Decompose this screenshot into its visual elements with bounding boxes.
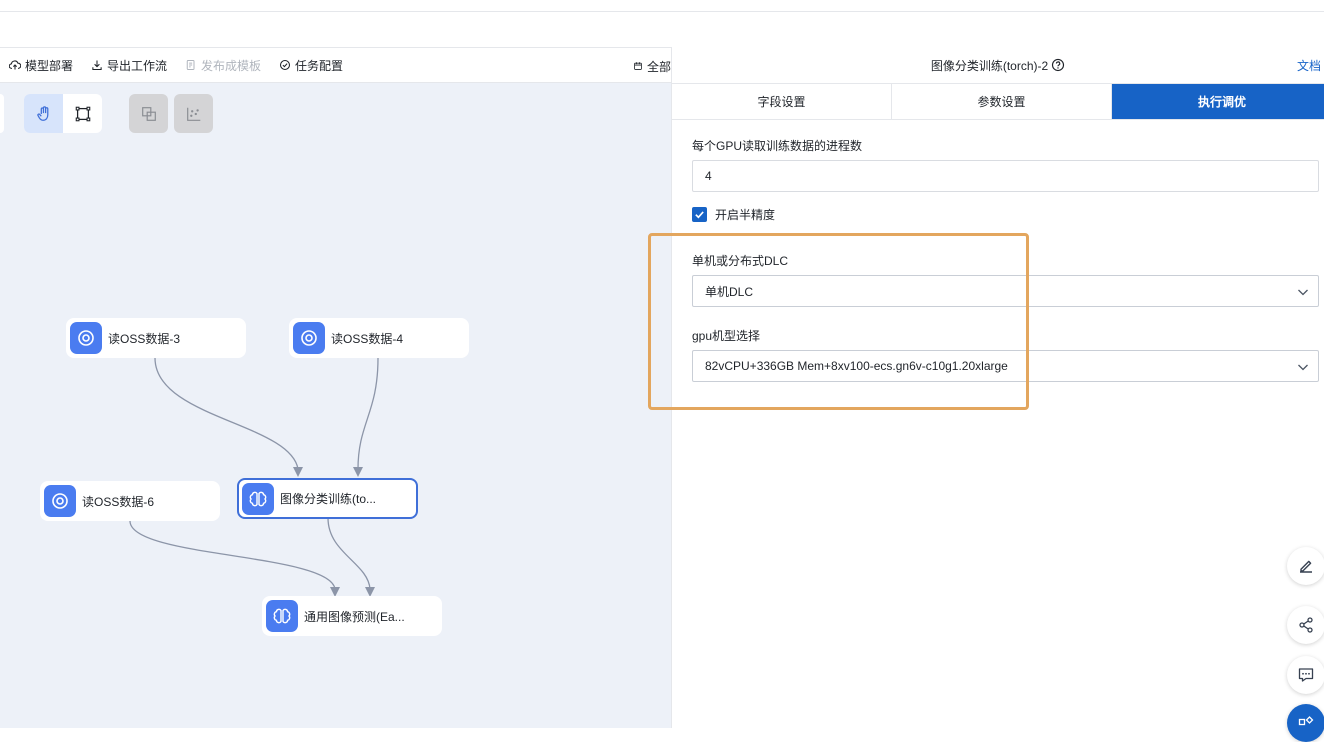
- help-icon[interactable]: [1051, 58, 1065, 72]
- gpu-select[interactable]: 82vCPU+336GB Mem+8xv100-ecs.gn6v-c10g1.2…: [692, 350, 1319, 382]
- panel-title-text: 图像分类训练(torch)-2: [930, 58, 1049, 73]
- tab-execution-tuning[interactable]: 执行调优: [1112, 84, 1324, 119]
- dlc-label: 单机或分布式DLC: [692, 254, 789, 268]
- model-deploy-button[interactable]: 模型部署: [9, 47, 73, 83]
- check-circle-icon: [279, 59, 291, 71]
- export-workflow-button[interactable]: 导出工作流: [91, 47, 167, 83]
- node-label: 读OSS数据-4: [331, 331, 404, 346]
- export-workflow-label: 导出工作流: [107, 58, 168, 73]
- node-oss-data-4[interactable]: 读OSS数据-4: [289, 318, 469, 358]
- chevron-down-icon: [1298, 289, 1308, 296]
- dlc-select-value: 单机DLC: [705, 284, 754, 299]
- brain-icon: [266, 600, 298, 632]
- node-image-classification-train[interactable]: 图像分类训练(to...: [237, 478, 418, 519]
- share-icon: [1299, 617, 1313, 633]
- widget-icon: [1298, 716, 1314, 726]
- node-label: 读OSS数据-6: [82, 494, 155, 509]
- tab-param-settings[interactable]: 参数设置: [892, 84, 1112, 119]
- publish-template-label: 发布成模板: [201, 58, 262, 73]
- data-source-icon: [44, 485, 76, 517]
- model-deploy-label: 模型部署: [25, 58, 74, 73]
- data-source-icon: [293, 322, 325, 354]
- task-config-button[interactable]: 任务配置: [279, 47, 343, 83]
- edit-button[interactable]: [1287, 547, 1324, 585]
- cloud-upload-icon: [9, 60, 21, 70]
- execution-tuning-form: 每个GPU读取训练数据的进程数 4 开启半精度 单机或分布式DLC 单机DLC …: [692, 137, 1319, 382]
- template-icon: [186, 60, 195, 70]
- gpu-label: gpu机型选择: [692, 329, 761, 343]
- feedback-button[interactable]: [1287, 656, 1324, 694]
- assistant-button[interactable]: [1287, 704, 1324, 742]
- workflow-canvas[interactable]: 读OSS数据-3 读OSS数据-4 读OSS数据-6 图像分类训练(to... …: [0, 83, 671, 728]
- half-precision-checkbox[interactable]: [692, 206, 707, 222]
- panel-title: 图像分类训练(torch)-2: [931, 57, 1065, 74]
- node-label: 通用图像预测(Ea...: [304, 609, 405, 624]
- workers-input[interactable]: 4: [692, 160, 1319, 192]
- edge-oss3-train: [154, 357, 299, 470]
- arrow-oss4-train: [353, 467, 363, 477]
- arrow-oss3-train: [293, 467, 303, 477]
- node-oss-data-3[interactable]: 读OSS数据-3: [66, 318, 246, 358]
- dlc-select[interactable]: 单机DLC: [692, 275, 1319, 307]
- brain-icon: [242, 482, 274, 515]
- chat-icon: [1298, 668, 1314, 682]
- top-bar: [0, 0, 1324, 12]
- node-label: 读OSS数据-3: [108, 331, 181, 346]
- panel-tabs: 字段设置 参数设置 执行调优: [672, 83, 1324, 120]
- download-icon: [92, 60, 102, 71]
- gpu-select-value: 82vCPU+336GB Mem+8xv100-ecs.gn6v-c10g1.2…: [705, 359, 1008, 373]
- half-precision-label: 开启半精度: [715, 207, 776, 222]
- edge-oss6-predict: [129, 520, 336, 590]
- all-label: 全部: [646, 59, 671, 74]
- chevron-down-icon: [1298, 364, 1308, 371]
- workers-label: 每个GPU读取训练数据的进程数: [692, 139, 863, 153]
- node-config-panel: 图像分类训练(torch)-2 文档 字段设置 参数设置 执行调优 每个GPU读…: [671, 47, 1324, 728]
- doc-link[interactable]: 文档: [1297, 47, 1321, 83]
- calendar-icon: [634, 62, 642, 70]
- node-image-predict[interactable]: 通用图像预测(Ea...: [262, 596, 442, 636]
- edge-train-predict: [327, 517, 371, 590]
- edit-icon: [1300, 560, 1312, 573]
- half-precision-row[interactable]: 开启半精度: [692, 204, 1319, 224]
- data-source-icon: [70, 322, 102, 354]
- share-button[interactable]: [1287, 606, 1324, 644]
- workflow-toolbar: 模型部署 导出工作流 发布成模板 任务配置 全部: [0, 47, 671, 83]
- task-config-label: 任务配置: [295, 58, 344, 73]
- publish-template-button[interactable]: 发布成模板: [185, 47, 261, 83]
- all-button[interactable]: 全部: [633, 48, 671, 84]
- node-oss-data-6[interactable]: 读OSS数据-6: [40, 481, 220, 521]
- panel-header: 图像分类训练(torch)-2 文档: [672, 47, 1324, 83]
- check-icon: [695, 210, 704, 218]
- tab-field-settings[interactable]: 字段设置: [672, 84, 892, 119]
- node-label: 图像分类训练(to...: [280, 492, 377, 506]
- edge-oss4-train: [357, 357, 379, 470]
